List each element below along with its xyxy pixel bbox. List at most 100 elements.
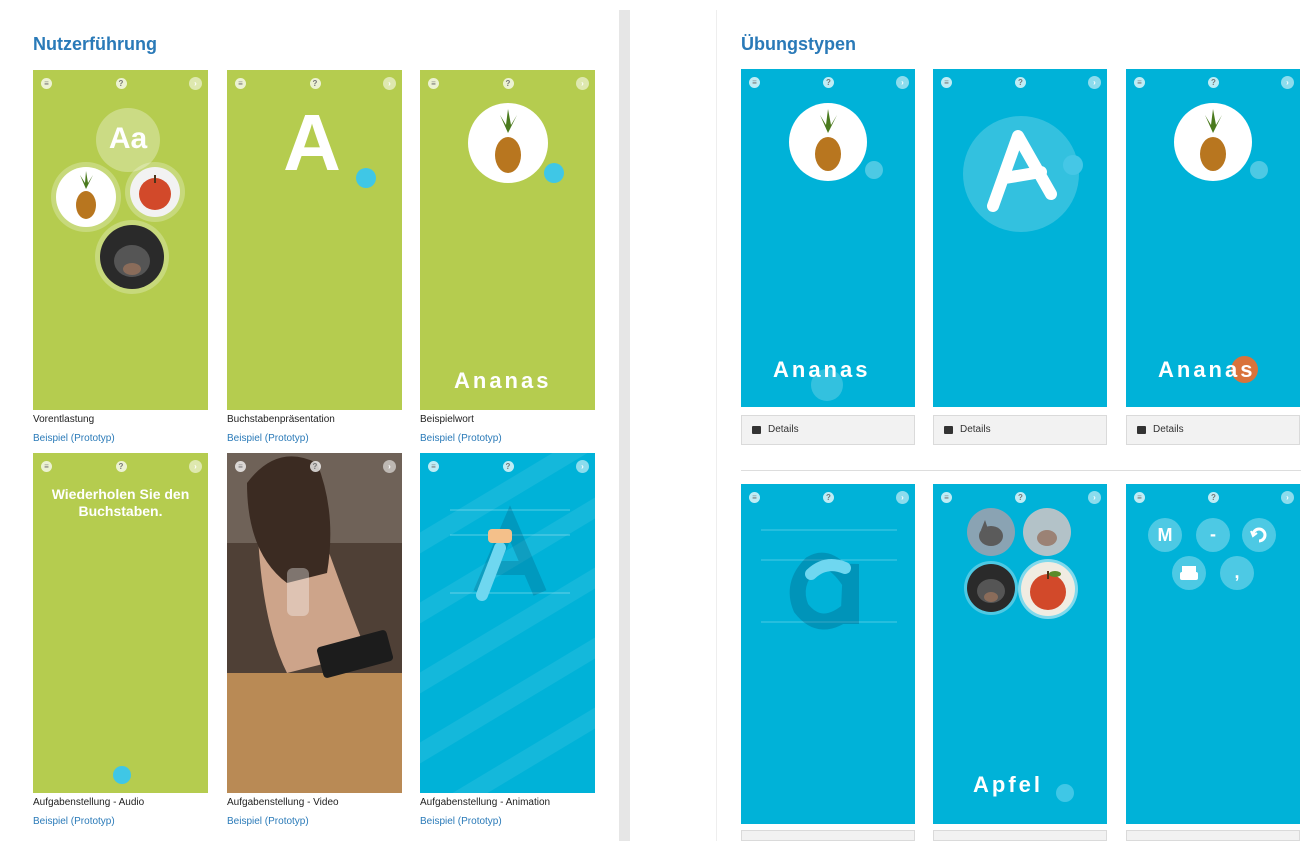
aa-label: Aa: [108, 122, 148, 155]
menu-icon[interactable]: ≡: [428, 461, 439, 472]
menu-icon[interactable]: ≡: [1134, 492, 1145, 503]
example-prototype-link[interactable]: Beispiel (Prototyp): [227, 816, 309, 827]
forward-icon[interactable]: ›: [189, 460, 202, 473]
exercise-preview-picture-choice[interactable]: ≡ ? › Apfel: [933, 484, 1107, 824]
animation-background: [420, 453, 595, 793]
help-icon[interactable]: ?: [115, 461, 127, 472]
example-word: Ananas: [1158, 357, 1256, 382]
column-divider-thin: [716, 10, 717, 841]
details-icon: [1137, 426, 1146, 434]
audio-icon[interactable]: [1250, 161, 1268, 179]
exercise-preview-letter-tracing[interactable]: ≡ ? ›: [933, 69, 1107, 407]
example-word: Ananas: [454, 368, 552, 393]
help-icon[interactable]: ?: [1015, 492, 1026, 503]
chimpanzee-image: [100, 225, 164, 289]
key-dash-label: -: [1210, 524, 1216, 544]
forward-icon[interactable]: ›: [189, 77, 202, 90]
forward-icon[interactable]: ›: [383, 77, 396, 90]
row-separator: [741, 470, 1301, 471]
example-prototype-link[interactable]: Beispiel (Prototyp): [33, 816, 115, 827]
rotated-letter-a: [987, 130, 1057, 212]
column-divider: [619, 10, 630, 841]
audio-icon[interactable]: [113, 766, 131, 784]
example-prototype-link[interactable]: Beispiel (Prototyp): [33, 433, 115, 444]
phone-preview-aufgabenstellung-video[interactable]: ≡ ? ›: [227, 453, 402, 793]
details-label: Details: [960, 424, 991, 435]
help-icon[interactable]: ?: [309, 461, 321, 472]
menu-icon[interactable]: ≡: [235, 461, 246, 472]
help-icon[interactable]: ?: [502, 78, 514, 89]
help-icon[interactable]: ?: [823, 77, 834, 88]
exercise-preview-word-building[interactable]: ≡ ? › Ananas: [741, 69, 915, 407]
key-comma-label: ,: [1234, 562, 1240, 582]
audio-icon[interactable]: [865, 161, 883, 179]
menu-icon[interactable]: ≡: [941, 77, 952, 88]
target-word: Apfel: [973, 772, 1043, 797]
printer-icon[interactable]: [1172, 556, 1206, 590]
pineapple-image: [1174, 103, 1252, 181]
example-prototype-link[interactable]: Beispiel (Prototyp): [420, 816, 502, 827]
forward-icon[interactable]: ›: [896, 76, 909, 89]
donkey-image[interactable]: [967, 508, 1015, 556]
help-icon[interactable]: ?: [115, 78, 127, 89]
example-prototype-link[interactable]: Beispiel (Prototyp): [227, 433, 309, 444]
phone-preview-aufgabenstellung-animation[interactable]: ≡ ? ›: [420, 453, 595, 793]
refresh-icon[interactable]: [1242, 518, 1276, 552]
audio-icon[interactable]: [356, 168, 376, 188]
menu-icon[interactable]: ≡: [941, 492, 952, 503]
details-button[interactable]: Details: [741, 415, 915, 445]
phone-preview-aufgabenstellung-audio[interactable]: ≡ ? › Wiederholen Sie den Buchstaben.: [33, 453, 208, 793]
forward-icon[interactable]: ›: [1088, 76, 1101, 89]
menu-icon[interactable]: ≡: [235, 78, 246, 89]
handwriting-lines: [761, 529, 897, 630]
video-still-image: [227, 453, 402, 793]
forward-icon[interactable]: ›: [1281, 76, 1294, 89]
apple-image[interactable]: [1021, 562, 1075, 616]
chimpanzee-image[interactable]: [967, 564, 1015, 612]
card-caption: Vorentlastung: [33, 414, 95, 425]
details-button[interactable]: Details: [1126, 415, 1300, 445]
card-caption: Buchstabenpräsentation: [227, 414, 335, 425]
menu-icon[interactable]: ≡: [749, 77, 760, 88]
big-letter-a: A: [283, 98, 341, 187]
audio-icon[interactable]: [544, 163, 564, 183]
card-caption: Aufgabenstellung - Animation: [420, 797, 551, 808]
phone-preview-buchstabenpraesentation[interactable]: ≡ ? › A: [227, 70, 402, 410]
details-button[interactable]: Details: [933, 415, 1107, 445]
help-icon[interactable]: ?: [309, 78, 321, 89]
menu-icon[interactable]: ≡: [428, 78, 439, 89]
apple-image: [130, 167, 180, 217]
audio-icon[interactable]: [1056, 784, 1074, 802]
letter-drag-bubble[interactable]: [811, 369, 843, 401]
menu-icon[interactable]: ≡: [1134, 77, 1145, 88]
help-icon[interactable]: ?: [1208, 492, 1219, 503]
instruction-text: Wiederholen Sie den Buchstaben.: [51, 486, 190, 519]
card-caption: Aufgabenstellung - Audio: [33, 797, 145, 808]
details-icon: [752, 426, 761, 434]
forward-icon[interactable]: ›: [576, 460, 589, 473]
details-icon: [944, 426, 953, 434]
help-icon[interactable]: ?: [1208, 77, 1219, 88]
forward-icon[interactable]: ›: [1088, 491, 1101, 504]
menu-icon[interactable]: ≡: [41, 78, 52, 89]
section-title-uebungstypen: Übungstypen: [741, 34, 856, 54]
help-icon[interactable]: ?: [502, 461, 514, 472]
exercise-preview-keyboard[interactable]: ≡ ? › M - ,: [1126, 484, 1300, 824]
details-button[interactable]: [1126, 830, 1300, 841]
details-button[interactable]: [933, 830, 1107, 841]
phone-preview-vorentlastung[interactable]: ≡ ? › Aa: [33, 70, 208, 410]
phone-preview-beispielwort[interactable]: ≡ ? › Ananas: [420, 70, 595, 410]
details-button[interactable]: [741, 830, 915, 841]
key-m-label: M: [1157, 525, 1173, 545]
forward-icon[interactable]: ›: [383, 460, 396, 473]
exercise-preview-handwriting[interactable]: ≡ ? ›: [741, 484, 915, 824]
help-icon[interactable]: ?: [1015, 77, 1026, 88]
forward-icon[interactable]: ›: [576, 77, 589, 90]
audio-icon[interactable]: [1063, 155, 1083, 175]
exercise-preview-letter-in-word[interactable]: ≡ ? › Ananas: [1126, 69, 1300, 407]
menu-icon[interactable]: ≡: [41, 461, 52, 472]
nose-image[interactable]: [1023, 508, 1071, 556]
forward-icon[interactable]: ›: [1281, 491, 1294, 504]
example-prototype-link[interactable]: Beispiel (Prototyp): [420, 433, 502, 444]
details-label: Details: [768, 424, 799, 435]
